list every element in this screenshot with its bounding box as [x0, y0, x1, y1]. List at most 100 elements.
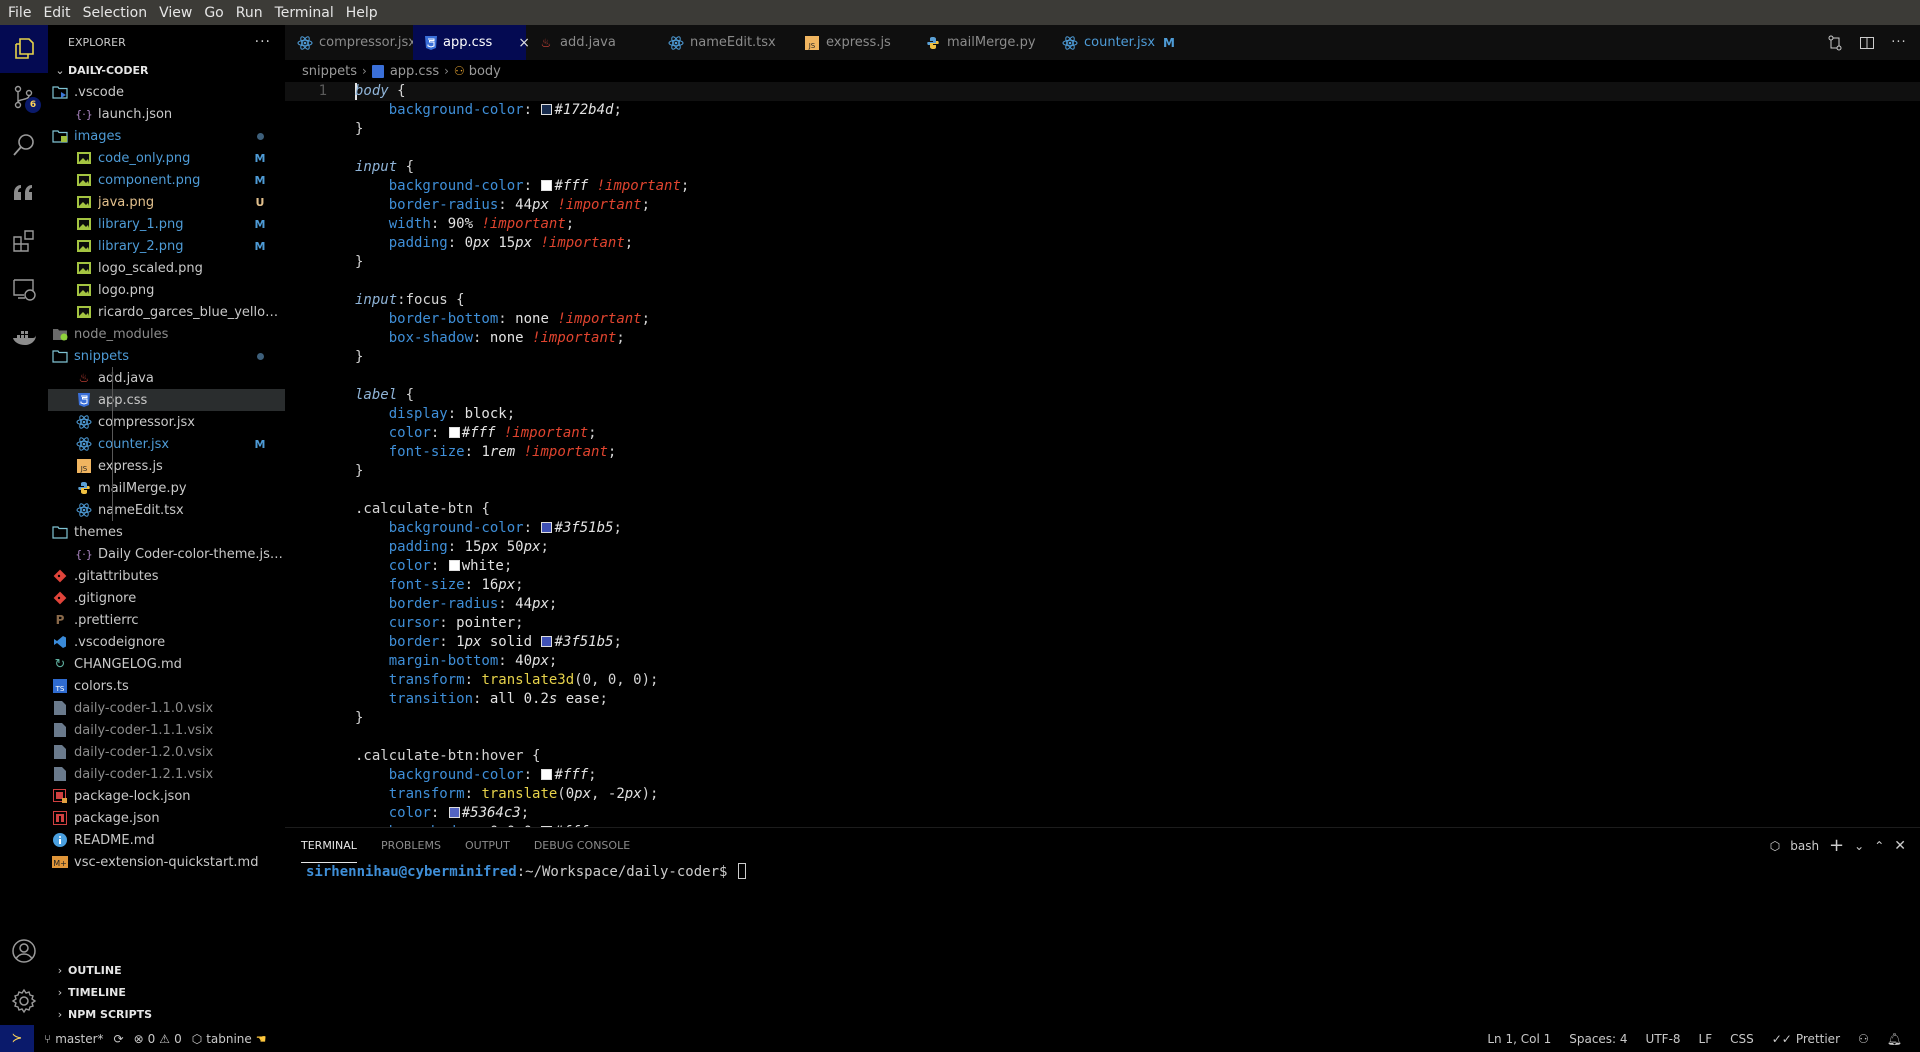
color-swatch[interactable] [448, 427, 460, 438]
tab-mailmerge-py[interactable]: mailMerge.py [913, 25, 1050, 60]
tree-file[interactable]: .gitattributes [48, 565, 285, 587]
tree-file[interactable]: logo_scaled.png [48, 257, 285, 279]
notifications-button[interactable]: 🔔︎ [1887, 1032, 1902, 1046]
color-swatch[interactable] [541, 522, 553, 533]
tabnine-indicator[interactable]: ⬡ tabnine ☚ [192, 1032, 267, 1046]
panel-tab-output[interactable]: OUTPUT [465, 828, 510, 863]
menu-help[interactable]: Help [340, 5, 384, 21]
section-timeline[interactable]: › TIMELINE [48, 981, 285, 1003]
cursor-position[interactable]: Ln 1, Col 1 [1487, 1032, 1551, 1046]
color-swatch[interactable] [541, 180, 553, 191]
code-editor[interactable]: 1 body { background-color: #172b4d;} input… [285, 82, 1920, 827]
more-actions-icon[interactable]: ··· [1890, 34, 1908, 52]
panel-tab-debug-console[interactable]: DEBUG CONSOLE [534, 828, 630, 863]
workspace-root[interactable]: ⌄ DAILY-CODER [48, 59, 285, 81]
tree-file[interactable]: compressor.jsx [48, 411, 285, 433]
breadcrumb-file[interactable]: app.css [390, 64, 439, 79]
tree-file[interactable]: package.json [48, 807, 285, 829]
panel-tab-terminal[interactable]: TERMINAL [301, 828, 357, 863]
tree-file[interactable]: README.md [48, 829, 285, 851]
menu-view[interactable]: View [153, 5, 198, 21]
tree-file[interactable]: daily-coder-1.2.1.vsix [48, 763, 285, 785]
breadcrumb-folder[interactable]: snippets [302, 64, 357, 79]
menu-terminal[interactable]: Terminal [269, 5, 340, 21]
tree-file[interactable]: TS colors.ts [48, 675, 285, 697]
open-changes-icon[interactable] [1826, 34, 1844, 52]
tree-file[interactable]: daily-coder-1.1.1.vsix [48, 719, 285, 741]
tree-file[interactable]: M+ vsc-extension-quickstart.md [48, 851, 285, 873]
tree-file[interactable]: library_1.png M [48, 213, 285, 235]
sync-button[interactable]: ⟳ [114, 1032, 124, 1046]
tree-file[interactable]: code_only.png M [48, 147, 285, 169]
tab-counter-jsx[interactable]: counter.jsx M [1050, 25, 1175, 60]
tree-file[interactable]: daily-coder-1.1.0.vsix [48, 697, 285, 719]
tab-app-css[interactable]: app.css × [413, 25, 530, 60]
tree-folder[interactable]: themes [48, 521, 285, 543]
tree-file[interactable]: {·} Daily Coder-color-theme.json [48, 543, 285, 565]
color-swatch[interactable] [541, 104, 553, 115]
tree-file[interactable]: JS express.js [48, 455, 285, 477]
color-swatch[interactable] [541, 769, 553, 780]
tree-file[interactable]: counter.jsx M [48, 433, 285, 455]
tree-file[interactable]: .gitignore [48, 587, 285, 609]
activity-source-control[interactable]: 6 [0, 73, 48, 121]
terminal[interactable]: sirhennihau@cyberminifred:~/Workspace/da… [285, 863, 1920, 882]
tree-file[interactable]: .vscodeignore [48, 631, 285, 653]
tree-file[interactable]: {·} launch.json [48, 103, 285, 125]
menu-edit[interactable]: Edit [37, 5, 76, 21]
tree-file[interactable]: ricardo_garces_blue_yellow_w... [48, 301, 285, 323]
tree-file[interactable]: logo.png [48, 279, 285, 301]
tab-add-java[interactable]: ♨ add.java [526, 25, 656, 60]
color-swatch[interactable] [448, 807, 460, 818]
tree-file[interactable]: package-lock.json [48, 785, 285, 807]
color-swatch[interactable] [448, 560, 460, 571]
split-editor-icon[interactable] [1858, 34, 1876, 52]
tree-folder[interactable]: snippets [48, 345, 285, 367]
tree-file[interactable]: daily-coder-1.2.0.vsix [48, 741, 285, 763]
new-terminal-button[interactable]: + [1829, 835, 1844, 856]
menu-run[interactable]: Run [230, 5, 269, 21]
tree-file[interactable]: library_2.png M [48, 235, 285, 257]
activity-accounts[interactable] [0, 927, 48, 975]
breadcrumb-symbol[interactable]: body [469, 64, 501, 79]
terminal-shell-name[interactable]: bash [1790, 839, 1819, 853]
indentation[interactable]: Spaces: 4 [1569, 1032, 1627, 1046]
tree-folder[interactable]: images [48, 125, 285, 147]
activity-explorer[interactable] [0, 25, 48, 73]
activity-remote-explorer[interactable] [0, 265, 48, 313]
tree-file[interactable]: ↻ CHANGELOG.md [48, 653, 285, 675]
tree-file[interactable]: component.png M [48, 169, 285, 191]
activity-docker[interactable] [0, 313, 48, 361]
section-npm-scripts[interactable]: › NPM SCRIPTS [48, 1003, 285, 1025]
menu-file[interactable]: File [2, 5, 37, 21]
tree-folder[interactable]: node_modules [48, 323, 285, 345]
tree-file[interactable]: mailMerge.py [48, 477, 285, 499]
activity-quote[interactable] [0, 169, 48, 217]
tree-file[interactable]: app.css [48, 389, 285, 411]
activity-manage[interactable] [0, 977, 48, 1025]
tree-file[interactable]: P .prettierrc [48, 609, 285, 631]
activity-extensions[interactable] [0, 217, 48, 265]
problems-indicator[interactable]: ⊗ 0 ⚠ 0 [134, 1032, 182, 1046]
feedback-button[interactable]: ⚇ [1858, 1032, 1869, 1046]
chevron-down-icon[interactable]: ⌄ [1854, 839, 1864, 853]
panel-tab-problems[interactable]: PROBLEMS [381, 828, 441, 863]
remote-indicator[interactable]: ≻ [0, 1025, 34, 1052]
activity-search[interactable] [0, 121, 48, 169]
menu-selection[interactable]: Selection [77, 5, 154, 21]
tab-express-js[interactable]: JS express.js [792, 25, 913, 60]
language-mode[interactable]: CSS [1730, 1032, 1754, 1046]
end-of-line[interactable]: LF [1699, 1032, 1713, 1046]
tab-nameedit-tsx[interactable]: nameEdit.tsx [656, 25, 792, 60]
menu-go[interactable]: Go [198, 5, 229, 21]
tree-file[interactable]: nameEdit.tsx [48, 499, 285, 521]
section-outline[interactable]: › OUTLINE [48, 959, 285, 981]
color-swatch[interactable] [541, 636, 553, 647]
prettier-status[interactable]: ✓✓ Prettier [1772, 1032, 1840, 1046]
tab-compressor-jsx[interactable]: compressor.jsx [285, 25, 416, 60]
explorer-more-button[interactable]: ··· [255, 34, 271, 50]
tree-file[interactable]: ♨ add.java [48, 367, 285, 389]
tree-folder[interactable]: .vscode [48, 81, 285, 103]
maximize-panel-button[interactable]: ⌃ [1874, 839, 1884, 853]
encoding[interactable]: UTF-8 [1646, 1032, 1681, 1046]
